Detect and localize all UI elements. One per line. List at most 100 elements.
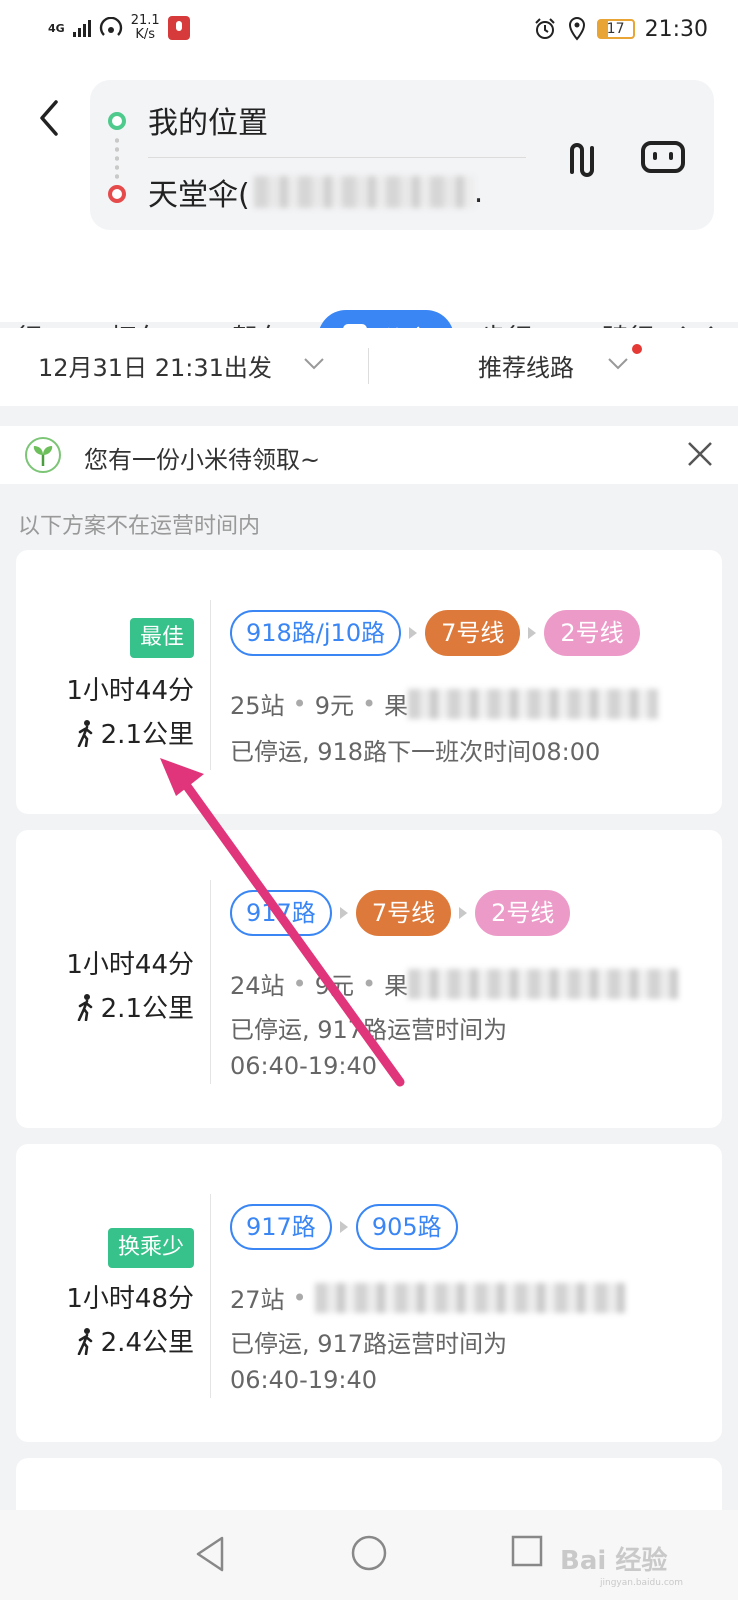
status-bar: 4G 21.1 K/s 17 21:30 <box>0 0 738 62</box>
walk-distance-value: 2.1公里 <box>100 720 194 750</box>
stop-count: 27站 <box>230 1286 285 1314</box>
route-duration: 1小时48分 <box>66 1284 194 1314</box>
route-dots <box>115 136 119 180</box>
start-point-icon <box>108 112 126 130</box>
hotspot-icon <box>99 17 122 36</box>
best-badge: 最佳 <box>129 618 194 658</box>
card-divider <box>210 1194 211 1398</box>
network-speed: 21.1 K/s <box>131 14 160 42</box>
stop-count: 25站 <box>230 692 285 720</box>
speed-value: 21.1 <box>130 13 160 28</box>
nav-recent-icon[interactable] <box>510 1534 544 1568</box>
close-icon[interactable] <box>686 440 714 468</box>
fewer-transfers-badge: 换乘少 <box>107 1228 194 1268</box>
walk-distance: 2.1公里 <box>75 988 194 1025</box>
more-options-icon[interactable] <box>640 140 686 174</box>
service-status-line2: 06:40-19:40 <box>230 1366 377 1394</box>
line-chip-metro-7: 7号线 <box>425 610 521 656</box>
chevron-down-icon[interactable] <box>302 356 326 372</box>
service-status: 已停运, 917路运营时间为 06:40-19:40 <box>230 1012 710 1084</box>
route-info: 27站 • <box>230 1280 625 1315</box>
end-location-suffix: . <box>473 174 484 210</box>
sprout-icon <box>25 437 61 473</box>
walk-icon <box>77 993 92 1021</box>
filter-row: 12月31日 21:31出发 推荐线路 <box>0 328 738 406</box>
fare: 9元 <box>314 972 354 1000</box>
line-chip-bus: 917路 <box>230 1204 332 1250</box>
blurred-destination <box>253 176 474 208</box>
card-divider <box>210 600 211 770</box>
nav-home-icon[interactable] <box>350 1534 388 1572</box>
route-card[interactable]: 换乘少 1小时48分 2.4公里 917路 905路 27站 • 已停运, 91… <box>16 1144 722 1442</box>
status-right: 17 21:30 <box>533 16 708 42</box>
route-duration: 1小时44分 <box>66 676 194 706</box>
walk-distance: 2.1公里 <box>75 714 194 751</box>
line-chip-bus: 918路/j10路 <box>230 610 402 656</box>
promo-text: 您有一份小米待领取~ <box>84 446 321 474</box>
chevron-down-icon[interactable] <box>606 356 630 372</box>
arrow-right-icon <box>339 907 348 919</box>
arrow-right-icon <box>459 907 468 919</box>
route-info: 25站 • 9元 • 果 <box>230 686 659 721</box>
route-lines: 917路 905路 <box>230 1204 458 1250</box>
card-divider <box>210 880 211 1084</box>
route-divider <box>148 157 526 158</box>
notification-dot <box>632 344 642 354</box>
walk-distance-value: 2.4公里 <box>100 1328 194 1358</box>
divider <box>368 348 369 384</box>
clock: 21:30 <box>644 16 708 42</box>
walk-distance: 2.4公里 <box>75 1322 194 1359</box>
end-point-icon <box>108 185 126 203</box>
line-chip-metro-2: 2号线 <box>475 890 571 936</box>
status-left: 4G 21.1 K/s <box>48 14 190 42</box>
route-card[interactable] <box>16 1458 722 1518</box>
speed-unit: K/s <box>135 27 155 42</box>
line-chip-bus: 905路 <box>355 1204 458 1250</box>
route-header: 我的位置 天堂伞( . 行 打车 驾车 公交 步行 <box>0 62 738 366</box>
swap-icon[interactable] <box>560 140 600 180</box>
station-prefix: 果 <box>384 972 409 1000</box>
service-status: 已停运, 917路运营时间为 06:40-19:40 <box>230 1326 710 1398</box>
system-nav-bar: Bai 经验 jingyan.baidu.com <box>0 1510 738 1600</box>
route-info: 24站 • 9元 • 果 <box>230 966 679 1001</box>
watermark-url: jingyan.baidu.com <box>600 1578 684 1588</box>
blurred-station <box>408 688 659 719</box>
fare: 9元 <box>314 692 354 720</box>
depart-time-selector[interactable]: 12月31日 21:31出发 <box>38 348 272 383</box>
service-status-line1: 已停运, 918路下一班次时间08:00 <box>230 738 601 766</box>
stop-count: 24站 <box>230 972 285 1000</box>
out-of-service-notice: 以下方案不在运营时间内 <box>18 514 261 539</box>
arrow-right-icon <box>528 627 537 639</box>
walk-distance-value: 2.1公里 <box>100 994 194 1024</box>
walk-icon <box>77 719 92 747</box>
service-status-line1: 已停运, 917路运营时间为 <box>230 1330 508 1358</box>
alarm-icon <box>534 18 555 39</box>
start-location[interactable]: 我的位置 <box>148 98 268 142</box>
arrow-right-icon <box>409 627 418 639</box>
station-prefix: 果 <box>384 692 409 720</box>
battery-icon: 17 <box>596 19 635 39</box>
promo-banner[interactable]: 您有一份小米待领取~ <box>0 426 738 484</box>
line-chip-metro-2: 2号线 <box>544 610 640 656</box>
blurred-station <box>408 968 679 999</box>
walk-icon <box>77 1327 92 1355</box>
end-location-prefix: 天堂伞( <box>148 178 250 213</box>
line-chip-bus: 917路 <box>230 890 332 936</box>
watermark: Bai 经验 <box>560 1546 668 1576</box>
blurred-station <box>314 1282 625 1313</box>
nav-back-icon[interactable] <box>194 1534 228 1574</box>
route-card[interactable]: 1小时44分 2.1公里 917路 7号线 2号线 24站 • 9元 • 果 已… <box>16 830 722 1128</box>
line-chip-metro-7: 7号线 <box>355 890 452 936</box>
signal-icon <box>72 19 91 37</box>
route-card[interactable]: 最佳 1小时44分 2.1公里 918路/j10路 7号线 2号线 25站 • … <box>16 550 722 814</box>
location-icon <box>568 16 585 41</box>
arrow-right-icon <box>339 1221 348 1233</box>
battery-level: 17 <box>606 21 625 37</box>
route-lines: 917路 7号线 2号线 <box>230 890 571 936</box>
route-lines: 918路/j10路 7号线 2号线 <box>230 610 640 656</box>
back-arrow-icon[interactable] <box>36 98 62 138</box>
end-location[interactable]: 天堂伞( . <box>148 170 483 214</box>
route-preference-selector[interactable]: 推荐线路 <box>478 348 574 383</box>
route-duration: 1小时44分 <box>66 950 194 980</box>
microphone-icon <box>167 16 190 40</box>
